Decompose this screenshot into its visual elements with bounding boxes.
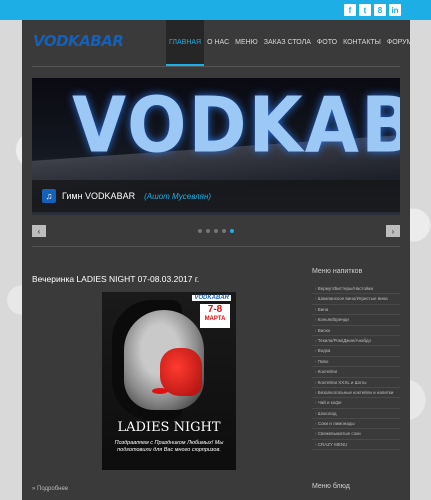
slider-dot-active[interactable] (230, 229, 234, 233)
sidebar-item[interactable]: Водка (312, 346, 400, 357)
nav-item-home[interactable]: Главная (166, 20, 205, 66)
slider-dot[interactable] (222, 229, 226, 233)
sidebar-drinks-menu: Меню напитков Вермут/Биттеры/Настойки Ша… (312, 268, 400, 451)
slider-caption[interactable]: ♫ Гимн VODKABAR (Ашот Мусевлян) (32, 180, 400, 212)
twitter-icon[interactable]: t (359, 4, 371, 16)
nav-item-menu[interactable]: Меню (232, 20, 261, 66)
poster-date-days: 7-8 (207, 304, 223, 315)
sidebar-item[interactable]: Текила/Ром/Джин/Анабдо (312, 336, 400, 347)
sidebar-item[interactable]: Свежевыжатые соки (312, 429, 400, 440)
divider (32, 66, 400, 67)
top-bar: f t 8 in (0, 0, 431, 20)
nav-item-about[interactable]: О нас (204, 20, 232, 66)
sidebar-item[interactable]: Вермут/Биттеры/Настойки (312, 284, 400, 295)
drinks-menu-list: Вермут/Биттеры/Настойки Шампанское вино/… (312, 284, 400, 451)
sidebar-item[interactable]: Коньяк/Бренди (312, 315, 400, 326)
caption-author: (Ашот Мусевлян) (144, 191, 212, 201)
read-more-link[interactable]: » Подробнее (32, 486, 68, 492)
event-poster[interactable]: VODKABAR 7-8 МАРТА LADIES NIGHT Поздравл… (102, 292, 236, 470)
sidebar-item[interactable]: Коктейли XXXL и Шоты (312, 378, 400, 388)
slider-next-button[interactable]: › (386, 225, 400, 237)
poster-date-month: МАРТА (204, 316, 226, 322)
facebook-icon[interactable]: f (344, 4, 356, 16)
image-slider[interactable]: VODKABAR ♫ Гимн VODKABAR (Ашот Мусевлян) (32, 78, 400, 215)
sidebar-item[interactable]: Чай и кофе (312, 398, 400, 409)
sidebar-item[interactable]: Виски (312, 326, 400, 336)
social-links: f t 8 in (344, 4, 401, 16)
sidebar-item[interactable]: Шоколад (312, 409, 400, 420)
slider-dot[interactable] (206, 229, 210, 233)
poster-heading: LADIES NIGHT (117, 420, 221, 435)
sidebar-item[interactable]: Шампанское вино/Игристые вина (312, 294, 400, 305)
slider-pagination (198, 229, 234, 233)
sidebar-item[interactable]: Вина (312, 305, 400, 316)
post-title[interactable]: Вечеринка LADIES NIGHT 07-08.03.2017 г. (32, 274, 199, 284)
sidebar-item[interactable]: CRAZY MENU (312, 440, 400, 451)
sidebar-item[interactable]: Пиво (312, 357, 400, 368)
nav-item-contacts[interactable]: Контакты (340, 20, 384, 66)
page-container: VODKABAR Главная О нас Меню Заказ стола … (22, 20, 412, 500)
sidebar-item[interactable]: Соки и лимонады (312, 419, 400, 430)
slider-dot[interactable] (198, 229, 202, 233)
odnoklassniki-icon[interactable]: 8 (374, 4, 386, 16)
nav-item-forum[interactable]: Форум (384, 20, 416, 66)
sidebar-heading-food: Меню блюд (312, 483, 350, 490)
sidebar-item[interactable]: Безалкогольные коктейли и напитки (312, 388, 400, 399)
slider-dot[interactable] (214, 229, 218, 233)
poster-lips (152, 388, 168, 394)
slider-sign-text: VODKABAR (72, 79, 400, 171)
sidebar-item[interactable]: Коктейли (312, 367, 400, 378)
divider (32, 246, 400, 247)
nav-item-photo[interactable]: Фото (314, 20, 340, 66)
site-logo[interactable]: VODKABAR (33, 32, 124, 50)
music-note-icon: ♫ (42, 189, 56, 203)
poster-date: 7-8 МАРТА (200, 304, 230, 328)
poster-logo: VODKABAR (192, 295, 231, 301)
caption-title: Гимн VODKABAR (62, 191, 136, 201)
slider-prev-button[interactable]: ‹ (32, 225, 46, 237)
linkedin-icon[interactable]: in (389, 4, 401, 16)
poster-message: Поздравляем с Праздником Любимых! Мы под… (114, 440, 224, 453)
main-nav: Главная О нас Меню Заказ стола Фото Конт… (166, 20, 415, 66)
nav-item-reservation[interactable]: Заказ стола (261, 20, 314, 66)
sidebar-heading: Меню напитков (312, 268, 363, 275)
